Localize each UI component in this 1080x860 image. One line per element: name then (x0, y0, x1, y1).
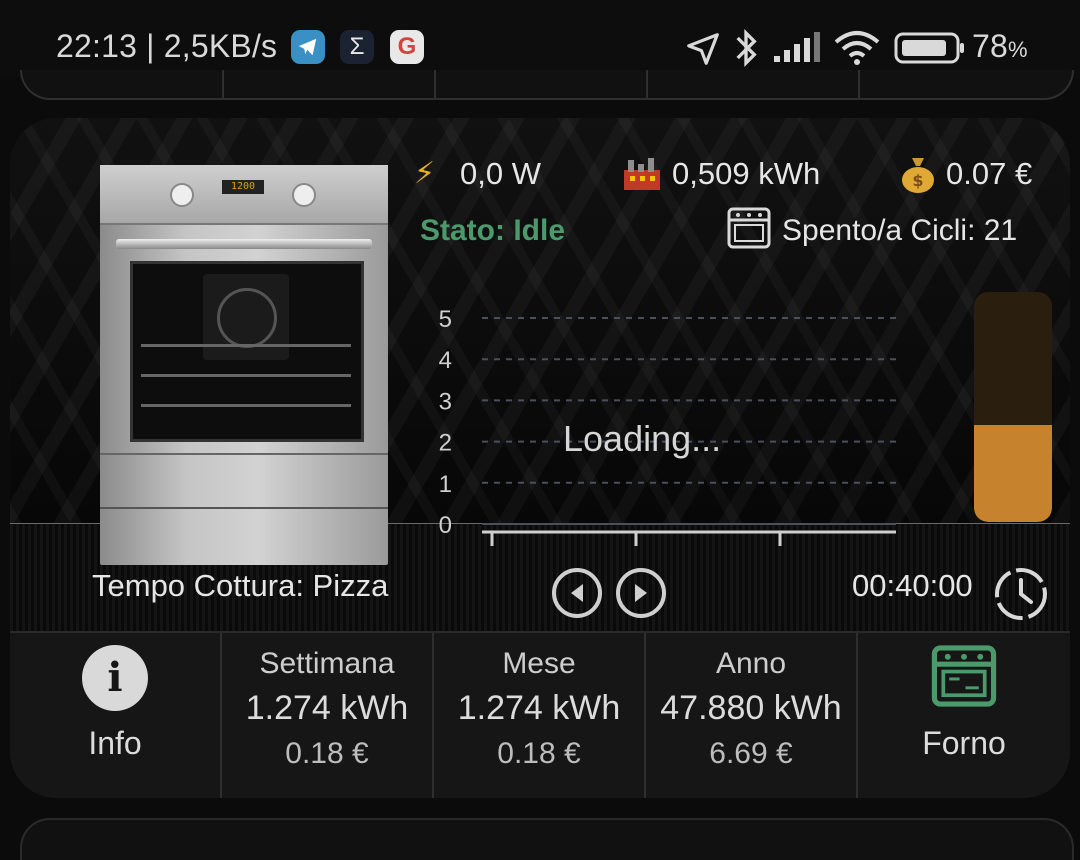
info-label: Info (88, 725, 142, 761)
divider (646, 70, 648, 98)
info-icon: i (82, 645, 148, 711)
mode-cycles: Spento/a Cicli: 21 (782, 214, 1018, 247)
power-value: 0,0 W (460, 156, 541, 191)
oven-device-icon (931, 645, 997, 707)
battery-icon (894, 32, 964, 64)
y-tick-label: 3 (439, 388, 452, 415)
wifi-icon (834, 31, 880, 65)
year-cost: 6.69 € (709, 737, 793, 770)
y-tick-label: 4 (439, 347, 452, 374)
money-bag-icon: $ (902, 158, 934, 193)
google-icon: G (390, 30, 424, 64)
previous-card (20, 70, 1074, 100)
timer-clock-icon[interactable] (993, 566, 1049, 622)
next-card (20, 818, 1074, 860)
timer-value: 00:40:00 (852, 568, 973, 603)
oven-card: 1200 ⚡ 0,0 W 0,509 kWh $ 0.07 € Stato: I… (10, 118, 1070, 798)
summary-row: i Info Settimana 1.274 kWh 0.18 € Mese 1… (10, 631, 1070, 798)
month-title: Mese (502, 647, 576, 680)
battery-percent: 78% (972, 28, 1028, 64)
level-gauge (974, 292, 1052, 522)
chevron-left-icon (571, 584, 583, 602)
year-summary: Anno 47.880 kWh 6.69 € (646, 633, 858, 798)
y-tick-label: 5 (439, 306, 452, 333)
previous-button[interactable] (552, 568, 602, 618)
next-button[interactable] (616, 568, 666, 618)
signal-icon (774, 32, 820, 62)
week-summary: Settimana 1.274 kWh 0.18 € (222, 633, 434, 798)
y-tick-label: 1 (439, 471, 452, 498)
device-button[interactable]: Forno (858, 633, 1070, 798)
year-title: Anno (715, 647, 787, 680)
location-icon (687, 33, 719, 65)
state-label: Stato: Idle (420, 214, 566, 247)
y-tick-label: 2 (439, 430, 452, 457)
week-energy: 1.274 kWh (245, 689, 409, 727)
oven-icon (727, 207, 771, 249)
status-time-speed: 22:13 | 2,5KB/s (56, 28, 278, 64)
divider (858, 70, 860, 98)
svg-text:$: $ (912, 171, 923, 190)
y-tick-label: 0 (439, 512, 452, 539)
level-gauge-fill (974, 425, 1052, 522)
bluetooth-icon (736, 28, 757, 68)
oven-image: 1200 (100, 165, 388, 565)
week-cost: 0.18 € (285, 737, 369, 770)
info-button[interactable]: i Info (10, 633, 222, 798)
divider (222, 70, 224, 98)
factory-icon (624, 158, 660, 190)
status-bar: 22:13 | 2,5KB/s Σ G 78% (0, 0, 1080, 78)
year-energy: 47.880 kWh (660, 689, 842, 727)
energy-value: 0,509 kWh (672, 156, 821, 191)
telegram-icon (291, 30, 325, 64)
chart-loading-text: Loading... (563, 418, 722, 459)
cooking-time-label: Tempo Cottura: Pizza (92, 568, 389, 603)
lightning-icon: ⚡ (414, 157, 436, 190)
sigma-icon: Σ (340, 30, 374, 64)
month-cost: 0.18 € (497, 737, 581, 770)
device-label: Forno (922, 725, 1006, 761)
week-title: Settimana (259, 647, 395, 680)
month-summary: Mese 1.274 kWh 0.18 € (434, 633, 646, 798)
chevron-right-icon (635, 584, 647, 602)
cost-value: 0.07 € (946, 156, 1033, 191)
divider (434, 70, 436, 98)
month-energy: 1.274 kWh (457, 689, 621, 727)
